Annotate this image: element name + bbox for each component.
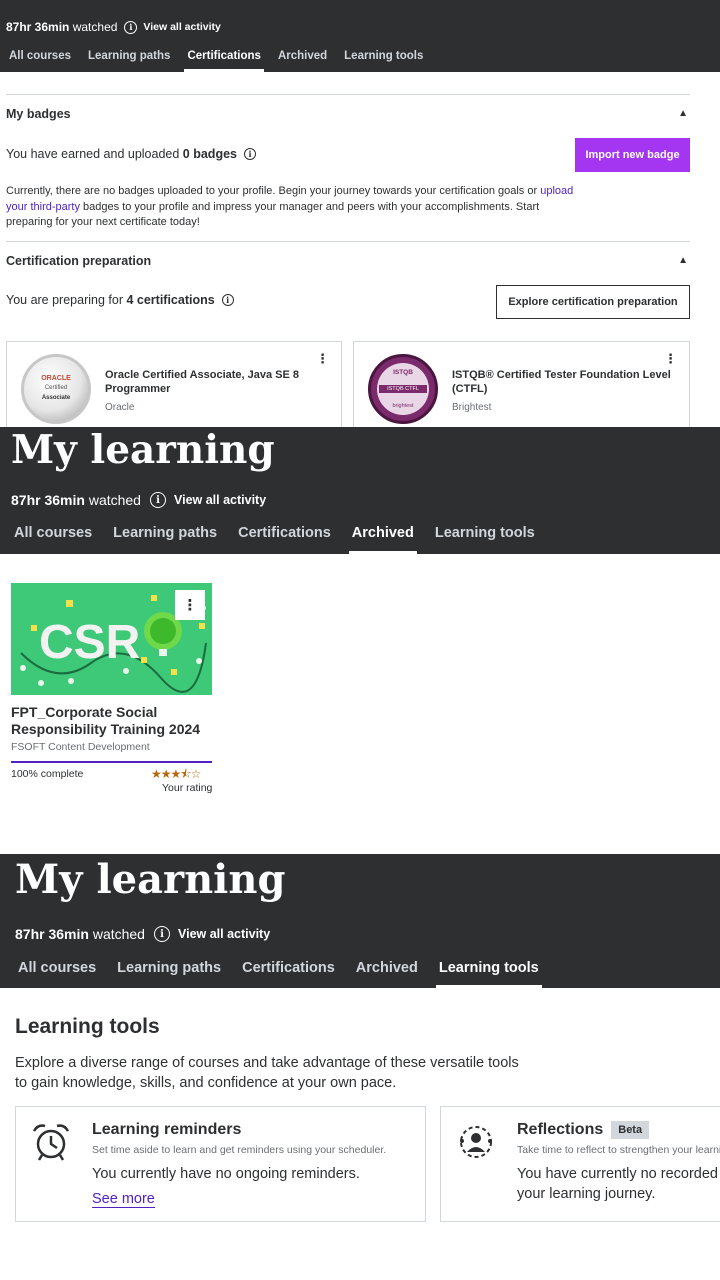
watched-suffix: watched xyxy=(92,926,145,942)
divider xyxy=(6,94,690,95)
tool-subtitle: Set time aside to learn and get reminder… xyxy=(92,1144,387,1156)
tab-certifications[interactable]: Certifications xyxy=(184,50,264,72)
watched-time: 87hr 36min xyxy=(15,926,89,942)
alarm-clock-icon xyxy=(32,1124,70,1161)
course-instructor: FSOFT Content Development xyxy=(11,741,150,753)
cert-card-oracle[interactable]: ORACLE Certified Associate Oracle Certif… xyxy=(6,341,342,427)
watched-time: 87hr 36min xyxy=(6,20,70,34)
thumb-text: CSR xyxy=(39,616,140,669)
tab-learning-paths[interactable]: Learning paths xyxy=(113,525,217,554)
more-options-icon[interactable]: ⋮ xyxy=(316,352,329,365)
oracle-badge-logo: ORACLE Certified Associate xyxy=(21,354,91,424)
watched-summary: 87hr 36min watched i View all activity xyxy=(11,492,266,508)
tool-status: You have currently no recorded reflectio… xyxy=(517,1166,720,1202)
chevron-up-icon[interactable]: ▲ xyxy=(678,108,688,119)
more-options-icon[interactable]: ⋮ xyxy=(664,352,677,365)
cert-card-istqb[interactable]: ISTQB ISTQB CTFL brightest ISTQB® Certif… xyxy=(353,341,690,427)
cert-prep-title: Certification preparation xyxy=(6,254,152,268)
tab-certifications[interactable]: Certifications xyxy=(242,960,335,988)
watched-summary: 87hr 36min watched i View all activity xyxy=(15,926,270,942)
reflection-person-icon xyxy=(460,1126,492,1158)
cert-title[interactable]: ISTQB® Certified Tester Foundation Level… xyxy=(452,369,677,396)
cert-org: Brightest xyxy=(452,402,492,413)
page-title: My learning xyxy=(11,427,275,473)
see-more-link[interactable]: See more xyxy=(92,1191,155,1208)
info-icon[interactable]: i xyxy=(149,492,166,508)
info-icon[interactable]: i xyxy=(124,20,138,34)
istqb-logo-text: ISTQB xyxy=(393,369,413,376)
learning-tools-description: Explore a diverse range of courses and t… xyxy=(15,1055,519,1091)
watched-suffix: watched xyxy=(72,20,118,34)
explore-cert-prep-button[interactable]: Explore certification preparation xyxy=(496,285,690,319)
view-all-activity-link[interactable]: View all activity xyxy=(178,927,270,941)
tab-archived[interactable]: Archived xyxy=(348,525,417,554)
beta-badge: Beta xyxy=(611,1121,650,1139)
more-options-icon[interactable]: ⋮ xyxy=(175,590,205,620)
cert-title[interactable]: Oracle Certified Associate, Java SE 8 Pr… xyxy=(105,369,330,396)
tab-learning-tools[interactable]: Learning tools xyxy=(435,960,542,988)
progress-label: 100% complete xyxy=(11,768,84,780)
watched-suffix: watched xyxy=(88,492,141,508)
tab-learning-tools[interactable]: Learning tools xyxy=(344,50,423,72)
info-icon[interactable]: i xyxy=(153,926,170,942)
progress-bar xyxy=(11,761,212,763)
tab-archived[interactable]: Archived xyxy=(278,50,327,72)
badges-earned-text: You have earned and uploaded 0 badges i xyxy=(6,147,256,161)
istqb-logo-bottom: brightest xyxy=(392,403,414,409)
learning-reminders-card: Learning reminders Set time aside to lea… xyxy=(15,1106,426,1222)
certifications-panel: My badges ▲ You have earned and uploaded… xyxy=(0,72,720,427)
cert-preparing-text: You are preparing for 4 certifications i xyxy=(6,293,234,307)
tool-status: You currently have no ongoing reminders. xyxy=(92,1166,360,1182)
tool-subtitle: Take time to reflect to strengthen your … xyxy=(517,1144,720,1156)
tool-title: Learning reminders xyxy=(92,1121,242,1138)
istqb-logo-mid: ISTQB CTFL xyxy=(379,385,427,393)
my-badges-title: My badges xyxy=(6,107,71,121)
oracle-logo-bottom: Associate xyxy=(41,395,71,401)
tab-certifications[interactable]: Certifications xyxy=(238,525,331,554)
badges-para-start: Currently, there are no badges uploaded … xyxy=(6,185,538,197)
badges-earned-count: 0 badges xyxy=(182,147,237,161)
chevron-up-icon[interactable]: ▲ xyxy=(678,255,688,266)
tab-all-courses[interactable]: All courses xyxy=(18,960,96,988)
badges-earned-prefix: You have earned and uploaded xyxy=(6,147,180,161)
watched-summary: 87hr 36min watched i View all activity xyxy=(6,20,221,34)
info-icon[interactable]: i xyxy=(221,294,234,306)
import-new-badge-button[interactable]: Import new badge xyxy=(575,138,690,172)
oracle-logo-text: ORACLE xyxy=(41,375,71,382)
learning-tools-title: Learning tools xyxy=(15,1015,160,1038)
tool-title-row: Reflections Beta xyxy=(517,1121,650,1139)
preparing-prefix: You are preparing for xyxy=(6,293,123,307)
view-all-activity-link[interactable]: View all activity xyxy=(174,493,266,507)
istqb-badge-logo: ISTQB ISTQB CTFL brightest xyxy=(368,354,438,424)
tab-learning-tools[interactable]: Learning tools xyxy=(435,525,535,554)
tab-learning-paths[interactable]: Learning paths xyxy=(88,50,170,72)
preparing-count: 4 certifications xyxy=(126,293,215,307)
info-icon[interactable]: i xyxy=(243,148,256,160)
tab-all-courses[interactable]: All courses xyxy=(9,50,71,72)
your-rating-label[interactable]: Your rating xyxy=(162,782,212,794)
page-title: My learning xyxy=(15,856,286,903)
divider xyxy=(6,241,690,242)
tool-title: Reflections xyxy=(517,1121,604,1138)
badges-para-end: badges to your profile and impress your … xyxy=(6,200,540,229)
tab-bar: All courses Learning paths Certification… xyxy=(14,525,556,554)
course-title[interactable]: FPT_Corporate Social Responsibility Trai… xyxy=(11,704,216,737)
cert-org: Oracle xyxy=(105,402,135,413)
reflections-card: Reflections Beta Take time to reflect to… xyxy=(440,1106,720,1222)
tab-all-courses[interactable]: All courses xyxy=(14,525,92,554)
tab-archived[interactable]: Archived xyxy=(356,960,418,988)
oracle-logo-mid: Certified xyxy=(44,385,68,391)
tab-bar: All courses Learning paths Certification… xyxy=(9,50,423,72)
watched-time: 87hr 36min xyxy=(11,492,85,508)
view-all-activity-link[interactable]: View all activity xyxy=(143,21,220,33)
tab-learning-paths[interactable]: Learning paths xyxy=(117,960,221,988)
header-certifications: 87hr 36min watched i View all activity A… xyxy=(0,0,720,72)
tab-bar: All courses Learning paths Certification… xyxy=(18,960,560,988)
badges-description: Currently, there are no badges uploaded … xyxy=(6,184,576,231)
header-archived: My learning 87hr 36min watched i View al… xyxy=(0,427,720,554)
header-learning-tools: My learning 87hr 36min watched i View al… xyxy=(0,854,720,988)
